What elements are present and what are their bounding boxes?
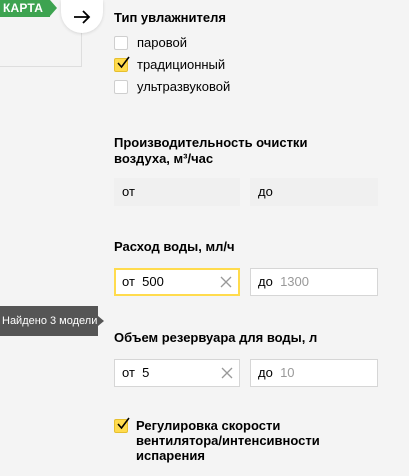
air-cleaning-to-input[interactable]: до <box>250 178 378 206</box>
label-line3: испарения <box>136 448 205 463</box>
checkmark-icon <box>117 417 130 430</box>
tank-volume-to-input[interactable]: до 10 <box>250 359 378 387</box>
checkbox-box[interactable] <box>114 36 128 50</box>
tooltip-text: Найдено 3 модели <box>0 306 98 336</box>
checkbox-box-checked[interactable] <box>114 417 130 433</box>
checkbox-label: ультразвуковой <box>137 79 231 94</box>
water-flow-to-input[interactable]: до 1300 <box>250 268 378 296</box>
clear-icon[interactable] <box>220 276 232 288</box>
checkbox-box[interactable] <box>114 80 128 94</box>
to-prefix: до <box>258 365 277 380</box>
checkbox-fan-speed-control[interactable]: Регулировка скорости вентилятора/интенси… <box>114 417 320 463</box>
map-badge[interactable]: КАРТА <box>0 0 57 17</box>
water-flow-title: Расход воды, мл/ч <box>114 239 235 254</box>
checkbox-traditional[interactable]: традиционный <box>114 56 226 73</box>
checkbox-label: традиционный <box>137 57 226 72</box>
air-cleaning-title: Производительность очистки воздуха, м³/ч… <box>114 135 307 167</box>
air-cleaning-title-line2: воздуха, м³/час <box>114 151 214 166</box>
arrow-right-icon <box>74 9 91 24</box>
tank-volume-from-input[interactable]: от 5 <box>114 359 240 387</box>
from-placeholder: от <box>122 184 135 199</box>
air-cleaning-title-line1: Производительность очистки <box>114 135 308 150</box>
to-placeholder: до <box>258 184 273 199</box>
results-tooltip[interactable]: Найдено 3 модели <box>0 306 104 336</box>
from-prefix: от <box>122 365 139 380</box>
from-value: 5 <box>142 365 150 380</box>
to-placeholder: 1300 <box>280 274 309 289</box>
checkmark-icon <box>117 56 130 69</box>
from-prefix: от <box>122 274 139 289</box>
tank-volume-title: Объем резервуара для воды, л <box>114 330 318 345</box>
to-placeholder: 10 <box>280 365 295 380</box>
air-cleaning-from-input[interactable]: от <box>114 178 240 206</box>
humidifier-type-title: Тип увлажнителя <box>114 10 226 25</box>
water-flow-from-input[interactable]: от 500 <box>114 268 240 296</box>
checkbox-steam[interactable]: паровой <box>114 35 187 51</box>
to-prefix: до <box>258 274 277 289</box>
tooltip-arrow <box>98 316 104 326</box>
label-line2: вентилятора/интенсивности <box>136 433 320 448</box>
checkbox-box-checked[interactable] <box>114 56 130 72</box>
from-value: 500 <box>142 274 164 289</box>
clear-icon[interactable] <box>221 367 233 379</box>
label-line1: Регулировка скорости <box>136 418 281 433</box>
checkbox-ultrasonic[interactable]: ультразвуковой <box>114 79 230 95</box>
checkbox-label: паровой <box>137 35 187 50</box>
fan-speed-control-label: Регулировка скорости вентилятора/интенси… <box>136 418 320 463</box>
